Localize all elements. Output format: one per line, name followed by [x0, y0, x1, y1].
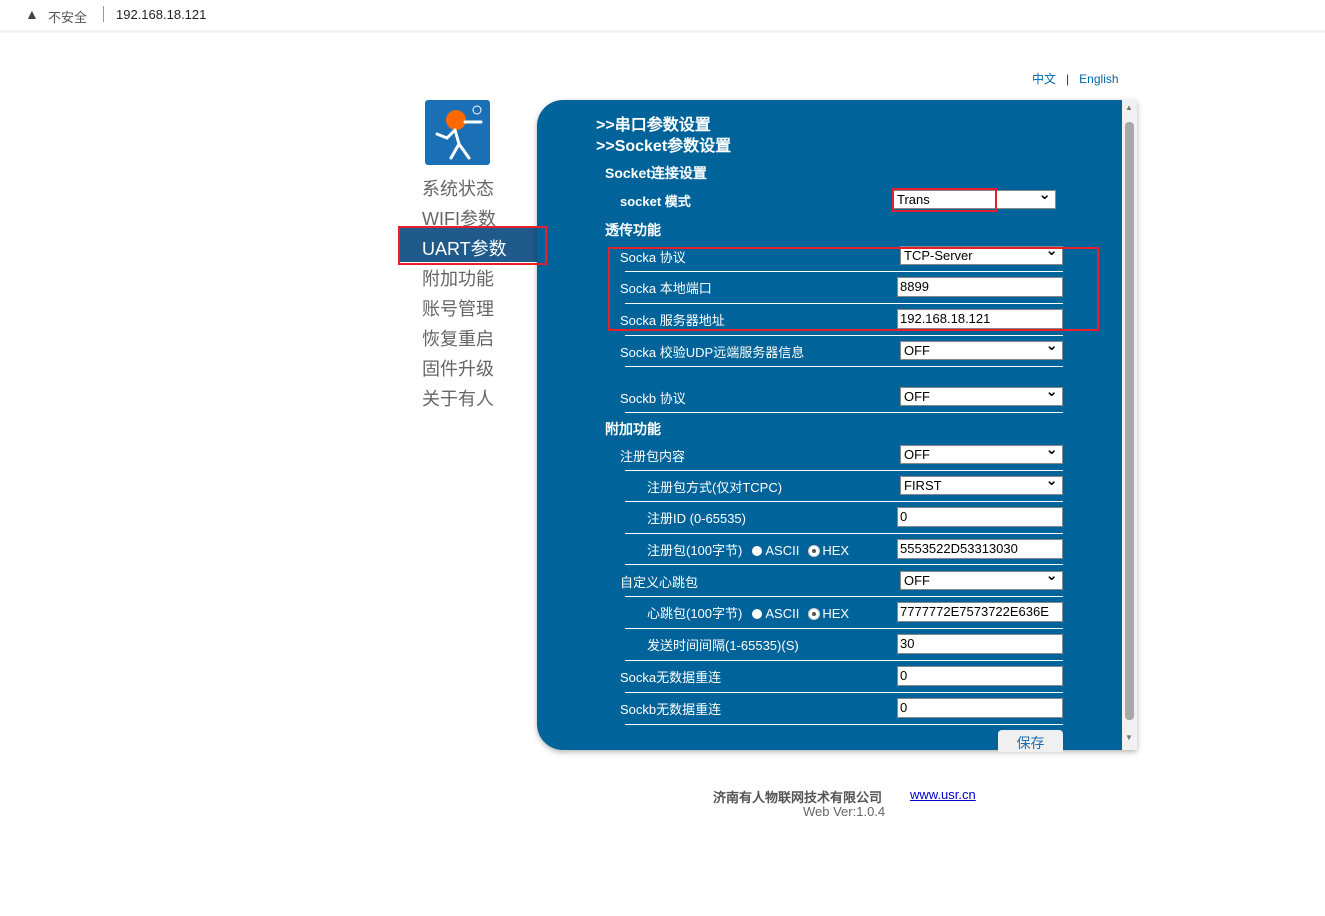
- field-label-text: 注册包内容: [620, 449, 686, 464]
- field-label: 心跳包(100字节) ASCII HEX: [647, 603, 849, 622]
- row-divider: [625, 564, 1063, 565]
- radio-label: ASCII: [765, 606, 800, 621]
- highlight-box: [398, 226, 547, 265]
- field-label: 注册包内容: [620, 446, 685, 465]
- panel-header-link[interactable]: >>Socket参数设置: [596, 132, 731, 156]
- radio-hex[interactable]: [809, 609, 820, 619]
- scrollbar-thumb[interactable]: [1125, 122, 1134, 720]
- field-label-text: socket 模式: [620, 194, 691, 209]
- field-label: 注册包方式(仅对TCPC): [647, 477, 782, 496]
- row-divider: [625, 692, 1063, 693]
- warning-icon[interactable]: ▲: [25, 6, 39, 22]
- radio-label: ASCII: [765, 543, 800, 558]
- lang-zh-link[interactable]: 中文: [1032, 72, 1056, 86]
- security-label[interactable]: 不安全: [48, 7, 87, 26]
- select-field[interactable]: FIRST: [900, 472, 1063, 495]
- row-divider: [625, 628, 1063, 629]
- nav-item[interactable]: 关于有人: [422, 385, 494, 411]
- website-link[interactable]: www.usr.cn: [910, 787, 976, 802]
- text-input[interactable]: 7777772E7573722E636E: [897, 602, 1063, 622]
- text-input[interactable]: 0: [897, 507, 1063, 527]
- lang-separator: |: [1066, 72, 1070, 86]
- row-divider: [625, 596, 1063, 597]
- nav-item[interactable]: 恢复重启: [422, 325, 494, 351]
- scroll-up-icon[interactable]: ▲: [1125, 103, 1133, 112]
- field-label-text: 自定义心跳包: [620, 575, 699, 590]
- radio-label: HEX: [822, 606, 850, 621]
- row-divider: [625, 533, 1063, 534]
- field-label: 注册包(100字节) ASCII HEX: [647, 540, 849, 559]
- row-divider: [625, 501, 1063, 502]
- field-label: Socka无数据重连: [620, 667, 721, 686]
- field-label-text: Socka无数据重连: [620, 670, 722, 685]
- field-label: 注册ID (0-65535): [647, 508, 746, 527]
- field-label-text: 注册包(100字节): [647, 543, 743, 558]
- field-label-text: Sockb 协议: [620, 391, 686, 406]
- radio-ascii[interactable]: [752, 609, 763, 619]
- field-label: 自定义心跳包: [620, 572, 698, 591]
- select-field[interactable]: OFF: [900, 383, 1063, 406]
- field-label-text: Sockb无数据重连: [620, 702, 722, 717]
- text-input[interactable]: 30: [897, 634, 1063, 654]
- logo-icon: [425, 100, 490, 165]
- section-title: 附加功能: [605, 421, 661, 437]
- text-input[interactable]: 0: [897, 666, 1063, 686]
- section-title: Socket连接设置: [605, 165, 707, 181]
- nav-item[interactable]: 固件升级: [422, 355, 494, 381]
- lang-en-link[interactable]: English: [1079, 72, 1118, 86]
- radio-ascii[interactable]: [752, 546, 763, 556]
- highlight-box: [608, 247, 1099, 331]
- field-label: Sockb无数据重连: [620, 699, 721, 718]
- address-bar[interactable]: ▲ 不安全 192.168.18.121: [0, 0, 1325, 33]
- nav-item[interactable]: 账号管理: [422, 295, 494, 321]
- radio-label: HEX: [822, 543, 850, 558]
- field-label-text: Socka 校验UDP远端服务器信息: [620, 345, 805, 360]
- language-switch: 中文 | English: [1032, 70, 1119, 87]
- field-label-text: 发送时间间隔(1-65535)(S): [647, 638, 799, 653]
- field-label-text: 注册包方式(仅对TCPC): [647, 480, 783, 495]
- highlight-box: [892, 188, 997, 212]
- divider: [103, 6, 104, 22]
- text-input[interactable]: 5553522D53313030: [897, 539, 1063, 559]
- field-label-text: 注册ID (0-65535): [647, 511, 746, 526]
- row-divider: [625, 724, 1063, 725]
- field-label: Socka 校验UDP远端服务器信息: [620, 342, 804, 361]
- nav-item[interactable]: 系统状态: [422, 175, 494, 201]
- save-button[interactable]: 保存: [998, 730, 1063, 752]
- row-divider: [625, 470, 1063, 471]
- version-text: Web Ver:1.0.4: [803, 804, 886, 819]
- row-divider: [625, 335, 1063, 336]
- row-divider: [625, 412, 1063, 413]
- select-field[interactable]: OFF: [900, 337, 1063, 360]
- row-divider: [625, 366, 1063, 367]
- nav-item[interactable]: 附加功能: [422, 265, 494, 291]
- select-field[interactable]: OFF: [900, 567, 1063, 590]
- text-input[interactable]: 0: [897, 698, 1063, 718]
- row-divider: [625, 660, 1063, 661]
- url-text[interactable]: 192.168.18.121: [116, 7, 206, 22]
- field-label: Sockb 协议: [620, 388, 686, 407]
- field-label: 发送时间间隔(1-65535)(S): [647, 635, 799, 654]
- select-field[interactable]: OFF: [900, 441, 1063, 464]
- section-title: 透传功能: [605, 222, 661, 238]
- field-label: socket 模式: [620, 191, 691, 210]
- scroll-down-icon[interactable]: ▼: [1125, 733, 1133, 742]
- field-label-text: 心跳包(100字节): [647, 606, 743, 621]
- radio-hex[interactable]: [809, 546, 820, 556]
